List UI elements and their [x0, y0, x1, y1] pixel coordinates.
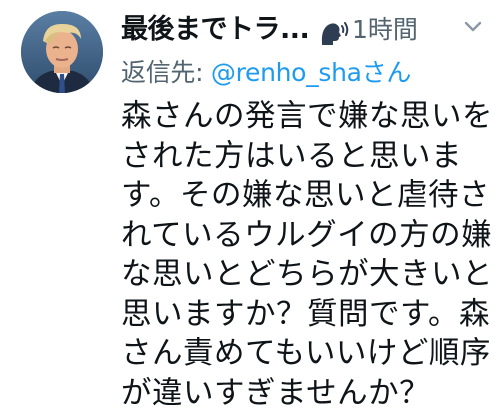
tweet-text-line: 森さんの発言で嫌な思いを	[121, 99, 493, 134]
display-name[interactable]: 最後までトラ...	[121, 10, 310, 50]
tweet-body: 森さんの発言で嫌な思いを された方はいると思いま す。その嫌な思いと虐待さ れて…	[121, 97, 493, 413]
tweet: 最後までトラ... 1時間 返信先: @renho_shaさん 森さんの発言で嫌…	[0, 0, 500, 419]
timestamp[interactable]: 1時間	[352, 10, 418, 50]
chevron-down-icon[interactable]	[462, 14, 484, 42]
tweet-text-line: な思いとどちらが大きいと	[121, 257, 493, 292]
tweet-text-line: さん責めてもいいけど順序	[121, 336, 491, 371]
avatar[interactable]	[21, 11, 103, 93]
speaking-head-icon	[321, 22, 349, 45]
tweet-text-line: れているウルグイの方の嫌	[121, 217, 493, 253]
tweet-text-line: が違いすぎませんか？	[121, 375, 431, 411]
tweet-header: 最後までトラ... 1時間	[121, 10, 491, 50]
avatar-photo	[21, 11, 103, 93]
tweet-text-line: された方はいると思いま	[121, 138, 462, 174]
reply-to-line: 返信先: @renho_shaさん	[121, 55, 411, 91]
tweet-text-line: 思いますか？質問です。森	[121, 296, 490, 332]
tweet-text-line: す。その嫌な思いと虐待さ	[121, 178, 490, 213]
reply-prefix: 返信先:	[121, 58, 211, 87]
reply-mention-link[interactable]: @renho_shaさん	[211, 58, 411, 87]
